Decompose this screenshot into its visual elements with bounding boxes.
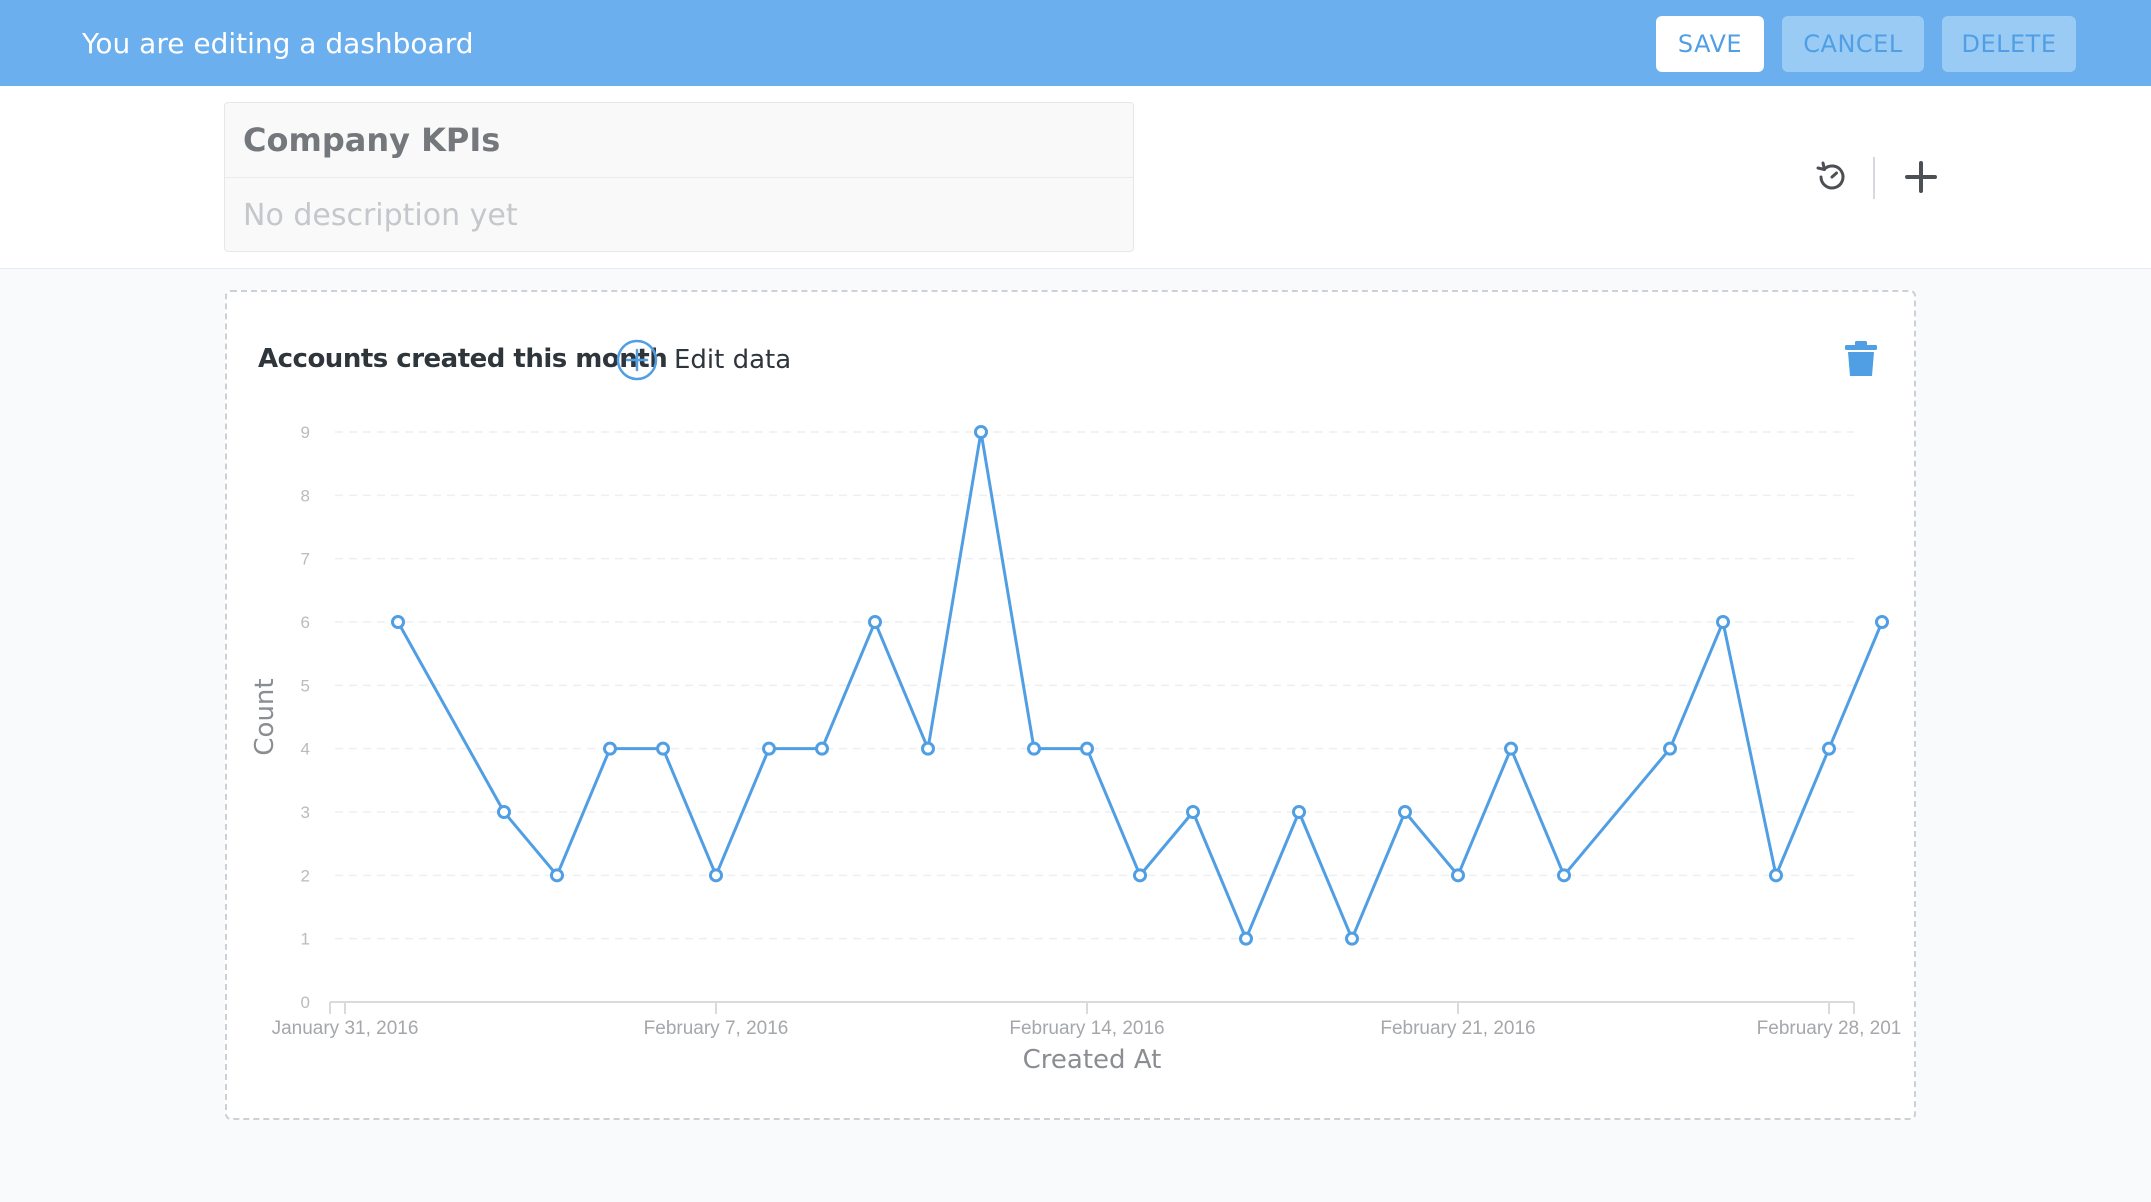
plus-icon[interactable]: [1901, 157, 1941, 197]
data-point: [1398, 805, 1412, 819]
data-point: [1186, 805, 1200, 819]
save-button[interactable]: SAVE: [1656, 16, 1764, 72]
y-tick-label: 8: [301, 486, 310, 505]
data-point: [762, 741, 776, 756]
data-point: [1451, 868, 1465, 883]
data-point: [1557, 868, 1571, 883]
data-point: [1133, 868, 1147, 883]
y-tick-label: 2: [301, 866, 310, 885]
y-tick-label: 9: [301, 423, 310, 442]
data-point: [1875, 615, 1889, 629]
x-tick-label: January 31, 2016: [272, 1018, 419, 1039]
data-point: [1345, 931, 1359, 946]
data-point: [1663, 741, 1677, 756]
x-tick-label: February 28, 201: [1757, 1018, 1902, 1039]
y-tick-label: 3: [301, 803, 310, 822]
header-divider: [1873, 157, 1875, 199]
data-point: [1822, 741, 1836, 756]
y-tick-label: 7: [301, 550, 310, 569]
data-point: [1027, 741, 1041, 756]
data-point: [391, 615, 405, 629]
dashboard-title-input[interactable]: Company KPIs: [225, 103, 1133, 178]
data-point: [550, 868, 564, 883]
data-point: [868, 615, 882, 629]
data-point: [656, 741, 670, 756]
data-point: [497, 805, 511, 819]
x-tick-label: February 7, 2016: [644, 1018, 789, 1039]
delete-button[interactable]: DELETE: [1942, 16, 2076, 72]
y-tick-label: 0: [301, 993, 310, 1012]
x-tick-label: February 21, 2016: [1380, 1018, 1535, 1039]
data-point: [709, 868, 723, 883]
data-point: [1292, 805, 1306, 819]
data-point: [1769, 868, 1783, 883]
line-chart: 0 1 2 3 4 5 6 7 8 9 January 31, 2016 February 7, 20…: [250, 423, 1902, 1075]
dashboard-header: Company KPIs No description yet: [0, 86, 2151, 269]
dashboard-card[interactable]: Accounts created this month Edit data 01…: [225, 290, 1916, 1120]
data-point: [1080, 741, 1094, 756]
edit-mode-message: You are editing a dashboard: [82, 26, 474, 60]
data-point: [815, 741, 829, 756]
history-icon[interactable]: [1812, 157, 1852, 197]
y-tick-label: 6: [301, 613, 310, 632]
data-point: [1239, 931, 1253, 946]
dashboard-title-editor: Company KPIs No description yet: [224, 102, 1134, 252]
data-point: [603, 741, 617, 756]
cancel-button[interactable]: CANCEL: [1782, 16, 1924, 72]
y-tick-label: 4: [301, 740, 310, 759]
data-point: [1716, 615, 1730, 629]
y-tick-label: 5: [301, 676, 310, 695]
data-point: [921, 741, 935, 756]
dashboard-description-input[interactable]: No description yet: [225, 178, 1133, 252]
y-tick-label: 1: [301, 930, 310, 949]
x-axis-label: Created At: [1023, 1045, 1162, 1075]
edit-mode-bar: You are editing a dashboard SAVE CANCEL …: [0, 0, 2151, 86]
y-axis-label: Count: [250, 678, 280, 755]
data-point: [974, 425, 988, 439]
x-tick-label: February 14, 2016: [1009, 1018, 1164, 1039]
data-point: [1504, 741, 1518, 756]
